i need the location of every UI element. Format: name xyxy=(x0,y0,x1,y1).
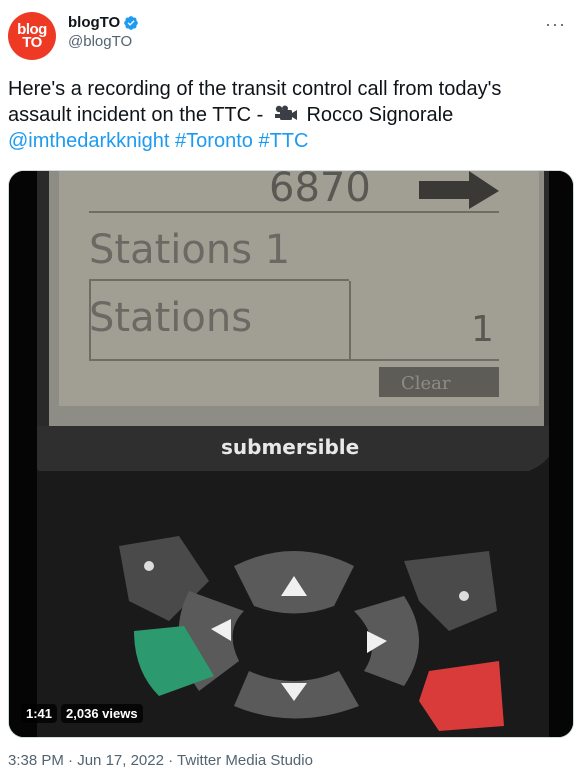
screen-line2: Stations xyxy=(89,295,252,341)
avatar-text-line2: TO xyxy=(22,34,42,51)
mention-link[interactable]: @imthedarkknight xyxy=(8,130,169,152)
video-duration: 1:41 xyxy=(21,704,58,723)
tweet-source[interactable]: Twitter Media Studio xyxy=(177,752,313,769)
screen-value: 1 xyxy=(471,309,494,350)
tweet-date[interactable]: Jun 17, 2022 xyxy=(77,752,164,769)
device-brand-label: submersible xyxy=(221,435,359,459)
video-stats: 1:41 2,036 views xyxy=(21,704,143,723)
tweet-text: Here's a recording of the transit contro… xyxy=(8,76,564,154)
video-camera-emoji-icon xyxy=(274,105,297,120)
screen-line1: Stations 1 xyxy=(89,227,290,273)
author-display-name[interactable]: blogTO xyxy=(68,14,120,31)
author-handle[interactable]: @blogTO xyxy=(68,33,139,50)
avatar[interactable]: blog TO xyxy=(8,12,56,60)
more-options-icon[interactable]: ··· xyxy=(545,14,566,35)
tweet-meta: 3:38 PM · Jun 17, 2022 · Twitter Media S… xyxy=(8,752,313,769)
screen-top-number: 6870 xyxy=(269,171,371,211)
author-names: blogTO @blogTO xyxy=(68,14,139,50)
video-views: 2,036 views xyxy=(61,704,143,723)
hashtag-link-toronto[interactable]: #Toronto xyxy=(175,130,253,152)
tweet-text-part2: Rocco Signorale xyxy=(306,104,454,126)
video-frame: 6870 Stations 1 Stations 1 Clear submers… xyxy=(9,171,573,737)
video-player[interactable]: 6870 Stations 1 Stations 1 Clear submers… xyxy=(8,170,574,738)
hashtag-link-ttc[interactable]: #TTC xyxy=(258,130,308,152)
tweet-header: blog TO blogTO @blogTO ··· xyxy=(8,8,570,60)
meta-separator-2: · xyxy=(168,752,174,769)
verified-badge-icon xyxy=(124,15,139,30)
tweet-time[interactable]: 3:38 PM xyxy=(8,752,64,769)
author-display-name-row[interactable]: blogTO xyxy=(68,14,139,31)
meta-separator: · xyxy=(68,752,74,769)
screen-clear-label: Clear xyxy=(401,373,451,394)
